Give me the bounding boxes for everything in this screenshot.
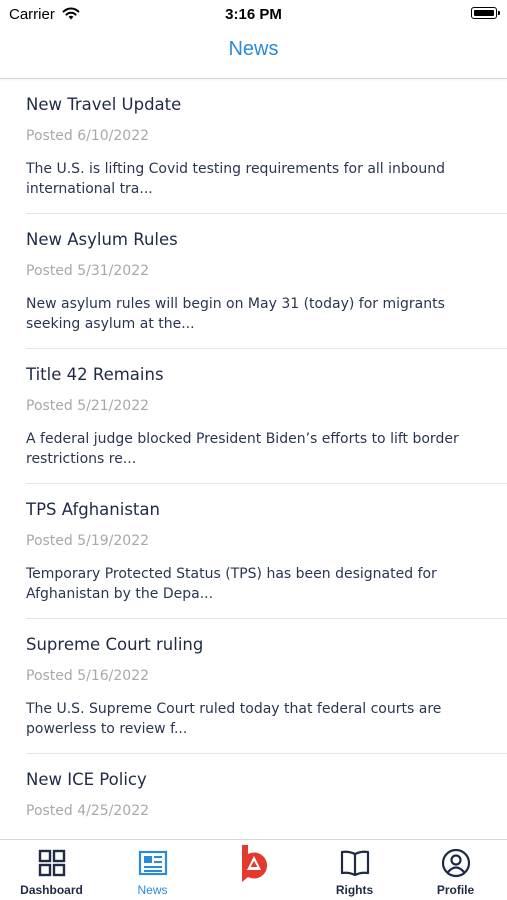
news-list[interactable]: New Travel Update Posted 6/10/2022 The U… <box>0 79 507 839</box>
tab-brand[interactable] <box>203 840 304 900</box>
grid-icon <box>38 849 65 877</box>
news-title: New Asylum Rules <box>26 230 178 249</box>
news-item[interactable]: Title 42 Remains Posted 5/21/2022 A fede… <box>26 349 507 484</box>
tab-label: Dashboard <box>20 883 83 897</box>
news-title: Supreme Court ruling <box>26 635 204 654</box>
tab-bar: Dashboard News Rights Profile <box>0 839 507 900</box>
status-bar: Carrier 3:16 PM <box>0 0 507 30</box>
tab-profile[interactable]: Profile <box>405 840 506 900</box>
book-icon <box>340 850 369 877</box>
battery-icon <box>471 7 500 19</box>
news-date: Posted 4/25/2022 <box>26 803 150 819</box>
brand-logo-icon <box>241 845 267 882</box>
news-item[interactable]: New ICE Policy Posted 4/25/2022 <box>26 754 507 839</box>
news-date: Posted 5/19/2022 <box>26 533 150 549</box>
tab-label: Profile <box>436 883 475 897</box>
tab-label: Rights <box>335 883 374 897</box>
news-excerpt: The U.S. Supreme Court ruled today that … <box>26 701 442 737</box>
news-excerpt: New asylum rules will begin on May 31 (t… <box>26 296 445 332</box>
news-item[interactable]: Supreme Court ruling Posted 5/16/2022 Th… <box>26 619 507 754</box>
tab-rights[interactable]: Rights <box>304 840 405 900</box>
news-date: Posted 5/16/2022 <box>26 668 150 684</box>
news-excerpt: Temporary Protected Status (TPS) has bee… <box>26 566 437 602</box>
navigation-bar: News <box>0 30 507 79</box>
news-item[interactable]: TPS Afghanistan Posted 5/19/2022 Tempora… <box>26 484 507 619</box>
user-icon <box>441 848 470 878</box>
news-excerpt: The U.S. is lifting Covid testing requir… <box>26 161 445 197</box>
tab-news[interactable]: News <box>102 840 203 900</box>
tab-label: News <box>137 883 168 897</box>
news-date: Posted 6/10/2022 <box>26 128 150 144</box>
tab-dashboard[interactable]: Dashboard <box>1 840 102 900</box>
news-title: New ICE Policy <box>26 770 147 789</box>
page-title: News <box>228 38 279 60</box>
news-title: TPS Afghanistan <box>26 500 160 519</box>
news-item[interactable]: New Asylum Rules Posted 5/31/2022 New as… <box>26 214 507 349</box>
news-date: Posted 5/21/2022 <box>26 398 150 414</box>
news-title: New Travel Update <box>26 95 182 114</box>
newspaper-icon <box>138 850 167 876</box>
news-item[interactable]: New Travel Update Posted 6/10/2022 The U… <box>26 79 507 214</box>
news-title: Title 42 Remains <box>26 365 164 384</box>
news-date: Posted 5/31/2022 <box>26 263 150 279</box>
clock: 3:16 PM <box>225 6 282 23</box>
news-excerpt: A federal judge blocked President Biden’… <box>26 431 459 467</box>
